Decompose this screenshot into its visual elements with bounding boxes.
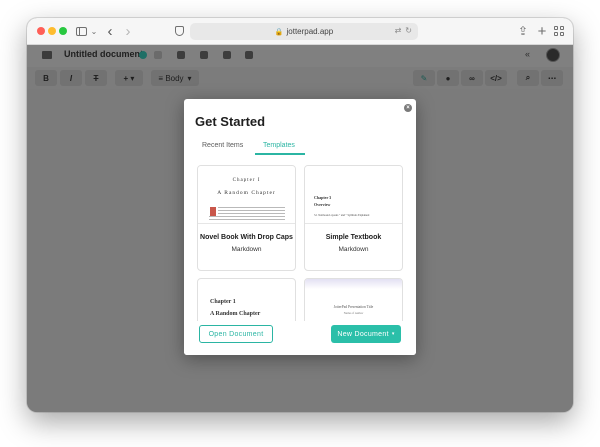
template-card-presentation[interactable]: JotterPad Presentation Title Name of Aut…	[304, 278, 403, 323]
template-card-random-chapter[interactable]: Chapter 1 A Random Chapter	[197, 278, 296, 323]
template-grid: Chapter I A Random Chapter Novel Book Wi…	[196, 165, 404, 323]
forward-button[interactable]: ›	[122, 23, 134, 40]
tab-recent-items[interactable]: Recent Items	[202, 142, 243, 149]
format-toolbar: B I T + ▾ ≡ Body ▾ ✎ ● ∞ </> ⌕ ⋯	[27, 67, 573, 89]
preview-title: Overview	[314, 202, 331, 207]
share-icon[interactable]: ⇪	[517, 23, 529, 39]
app-header: Untitled document «	[27, 45, 573, 67]
template-preview: Chapter 3 Overview 3.1 Textbook Layouts …	[305, 166, 402, 224]
document-title[interactable]: Untitled document	[64, 49, 143, 59]
preview-text-lines	[209, 207, 285, 222]
strikethrough-button[interactable]: T	[85, 70, 107, 86]
template-name: Novel Book With Drop Caps	[200, 234, 293, 241]
avatar[interactable]	[546, 48, 560, 62]
template-name: Simple Textbook	[325, 234, 382, 241]
paragraph-style-label: Body	[165, 73, 184, 83]
chevron-down-icon[interactable]: ⌄	[89, 23, 99, 39]
close-icon[interactable]: ×	[404, 104, 412, 112]
chevron-down-icon: ▾	[187, 73, 192, 83]
translate-icon[interactable]: ⇄	[395, 26, 402, 35]
preview-heading: Chapter I	[232, 178, 261, 183]
dialog-tabs: Recent Items Templates	[184, 140, 416, 155]
preview-header-band	[305, 279, 402, 289]
browser-title-bar: ⌄ ‹ › 🔒 jotterpad.app ⇄ ↻ ⇪ +	[27, 18, 573, 45]
template-type: Markdown	[338, 246, 369, 253]
minimize-window-button[interactable]	[48, 27, 56, 35]
template-preview: Chapter I A Random Chapter	[198, 166, 295, 224]
back-button[interactable]: ‹	[104, 23, 116, 40]
preview-title: A Random Chapter	[210, 311, 261, 317]
template-card-simple-textbook[interactable]: Chapter 3 Overview 3.1 Textbook Layouts …	[304, 165, 403, 271]
download-icon[interactable]	[200, 51, 208, 59]
paragraph-style-select[interactable]: ≡ Body ▾	[151, 70, 199, 86]
dialog-title: Get Started	[195, 114, 266, 129]
insert-menu-button[interactable]: + ▾	[115, 70, 143, 86]
preview-title: Name of Author	[343, 311, 364, 315]
code-icon[interactable]: </>	[485, 70, 507, 86]
dialog-footer: Open Document New Document ▾	[184, 321, 416, 355]
save-icon[interactable]	[154, 51, 162, 59]
upload-icon[interactable]	[223, 51, 231, 59]
paragraph-style-icon: ≡	[158, 73, 166, 83]
preview-heading: JotterPad Presentation Title	[333, 305, 374, 309]
reload-icon[interactable]: ↻	[405, 26, 412, 35]
url-text: jotterpad.app	[286, 27, 334, 36]
privacy-shield-icon[interactable]	[173, 23, 185, 39]
zoom-window-button[interactable]	[59, 27, 67, 35]
new-document-label: New Document	[337, 330, 389, 338]
get-started-dialog: × Get Started Recent Items Templates Cha…	[184, 99, 416, 355]
preview-title: A Random Chapter	[217, 190, 276, 196]
pen-icon[interactable]: ✎	[413, 70, 435, 86]
close-window-button[interactable]	[37, 27, 45, 35]
open-document-button[interactable]: Open Document	[199, 325, 273, 343]
preview-line: 3.1 Textbook Layouts " and " Symbols Exp…	[314, 214, 370, 217]
sync-status-icon	[139, 51, 147, 59]
lock-icon: 🔒	[274, 28, 284, 36]
person-icon[interactable]: ●	[437, 70, 459, 86]
folder-icon[interactable]	[42, 51, 52, 59]
link-icon[interactable]: ∞	[461, 70, 483, 86]
template-type: Markdown	[231, 246, 262, 253]
search-icon[interactable]: ⌕	[517, 70, 539, 86]
chevron-down-icon: ▾	[391, 331, 395, 337]
new-document-button[interactable]: New Document ▾	[331, 325, 401, 343]
preview-heading: Chapter 1	[210, 299, 236, 305]
active-tab-indicator	[255, 153, 305, 155]
bold-button[interactable]: B	[35, 70, 57, 86]
tab-templates[interactable]: Templates	[263, 142, 295, 149]
more-icon[interactable]: ⋯	[541, 70, 563, 86]
preview-heading: Chapter 3	[314, 195, 332, 200]
sidebar-toggle-icon[interactable]	[74, 23, 88, 39]
template-card-novel-book[interactable]: Chapter I A Random Chapter Novel Book Wi…	[197, 165, 296, 271]
italic-button[interactable]: I	[60, 70, 82, 86]
print-icon[interactable]	[177, 51, 185, 59]
new-tab-icon[interactable]: +	[536, 23, 548, 40]
address-bar[interactable]: 🔒 jotterpad.app ⇄ ↻	[190, 23, 418, 40]
collapse-icon[interactable]: «	[525, 49, 530, 59]
book-icon[interactable]	[245, 51, 253, 59]
tab-overview-icon[interactable]	[553, 23, 565, 39]
